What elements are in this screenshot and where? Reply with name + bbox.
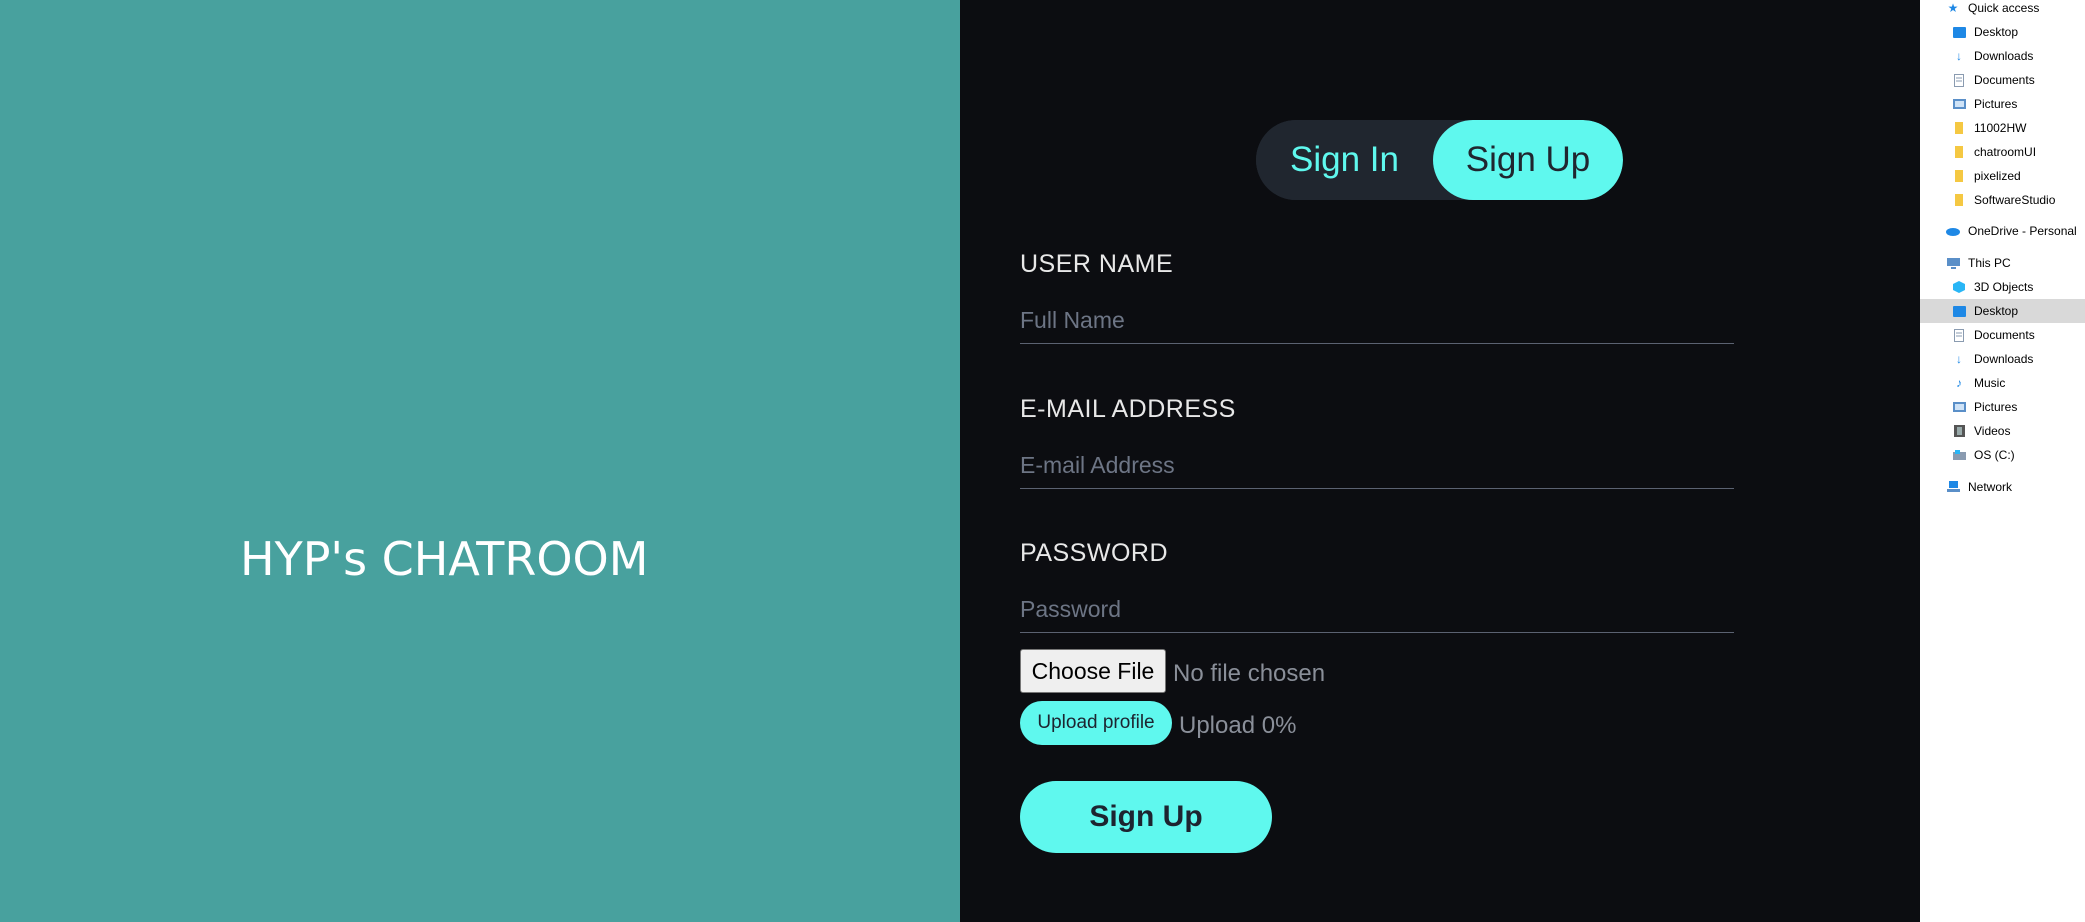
- password-label: PASSWORD: [1020, 539, 1168, 567]
- film-icon: [1952, 424, 1966, 438]
- explorer-nav-pane: ★ Quick access Desktop ↓ Downloads Docum…: [1920, 0, 2085, 922]
- nav-item-this-pc[interactable]: This PC: [1920, 251, 2085, 275]
- username-input[interactable]: [1020, 297, 1734, 344]
- pictures-icon: [1952, 97, 1966, 111]
- nav-item-quick-access[interactable]: ★ Quick access: [1920, 0, 2085, 20]
- music-note-icon: ♪: [1956, 376, 1962, 390]
- password-input[interactable]: [1020, 586, 1734, 633]
- download-arrow-icon: ↓: [1956, 49, 1962, 63]
- nav-item-label: Desktop: [1974, 304, 2019, 318]
- nav-item-label: Videos: [1974, 424, 2011, 438]
- nav-item-desktop-pc[interactable]: Desktop: [1920, 299, 2085, 323]
- nav-item-label: Pictures: [1974, 400, 2018, 414]
- network-icon: [1946, 480, 1960, 494]
- nav-item-label: 11002HW: [1974, 121, 2027, 135]
- nav-item-documents-pc[interactable]: Documents: [1920, 323, 2085, 347]
- nav-item-documents[interactable]: Documents: [1920, 68, 2085, 92]
- brand-title: HYP's CHATROOM: [240, 532, 649, 586]
- email-input[interactable]: [1020, 442, 1734, 489]
- star-icon: ★: [1947, 1, 1959, 15]
- nav-item-pictures-pc[interactable]: Pictures: [1920, 395, 2085, 419]
- nav-item-pictures[interactable]: Pictures: [1920, 92, 2085, 116]
- nav-item-os-c[interactable]: OS (C:): [1920, 443, 2085, 467]
- brand-panel: HYP's CHATROOM: [0, 0, 960, 922]
- nav-item-label: SoftwareStudio: [1974, 193, 2056, 207]
- drive-icon: [1952, 448, 1966, 462]
- documents-icon: [1952, 328, 1966, 342]
- nav-item-label: Downloads: [1974, 49, 2034, 63]
- file-status: No file chosen: [1173, 660, 1326, 687]
- email-label: E-MAIL ADDRESS: [1020, 395, 1236, 423]
- nav-item-label: Quick access: [1968, 1, 2040, 15]
- documents-icon: [1952, 73, 1966, 87]
- nav-item-chatroomui[interactable]: chatroomUI: [1920, 140, 2085, 164]
- nav-item-3d-objects[interactable]: 3D Objects: [1920, 275, 2085, 299]
- upload-profile-button[interactable]: Upload profile: [1020, 701, 1172, 745]
- nav-item-label: Downloads: [1974, 352, 2034, 366]
- computer-icon: [1946, 256, 1960, 270]
- nav-item-softwarestudio[interactable]: SoftwareStudio: [1920, 188, 2085, 212]
- nav-item-label: This PC: [1968, 256, 2011, 270]
- download-arrow-icon: ↓: [1956, 352, 1962, 366]
- nav-item-desktop[interactable]: Desktop: [1920, 20, 2085, 44]
- choose-file-button[interactable]: Choose File: [1020, 649, 1166, 693]
- pictures-icon: [1952, 400, 1966, 414]
- nav-item-label: chatroomUI: [1974, 145, 2037, 159]
- sign-up-submit-button[interactable]: Sign Up: [1020, 781, 1272, 853]
- nav-item-label: 3D Objects: [1974, 280, 2034, 294]
- nav-item-downloads[interactable]: ↓ Downloads: [1920, 44, 2085, 68]
- nav-item-label: OS (C:): [1974, 448, 2015, 462]
- folder-icon: [1952, 145, 1966, 159]
- nav-item-network[interactable]: Network: [1920, 475, 2085, 499]
- upload-progress: Upload 0%: [1179, 712, 1297, 739]
- desktop-folder-icon: [1952, 304, 1966, 318]
- sign-in-tab[interactable]: Sign In: [1256, 120, 1433, 200]
- nav-item-label: Documents: [1974, 328, 2035, 342]
- sign-up-tab[interactable]: Sign Up: [1433, 120, 1623, 200]
- folder-icon: [1952, 169, 1966, 183]
- nav-item-music[interactable]: ♪ Music: [1920, 371, 2085, 395]
- nav-item-11002hw[interactable]: 11002HW: [1920, 116, 2085, 140]
- cube-icon: [1952, 280, 1966, 294]
- nav-item-label: Documents: [1974, 73, 2035, 87]
- cloud-icon: [1946, 224, 1960, 238]
- nav-item-label: OneDrive - Personal: [1968, 224, 2077, 238]
- nav-item-downloads-pc[interactable]: ↓ Downloads: [1920, 347, 2085, 371]
- folder-icon: [1952, 121, 1966, 135]
- nav-item-label: Music: [1974, 376, 2006, 390]
- folder-icon: [1952, 193, 1966, 207]
- nav-item-label: Desktop: [1974, 25, 2019, 39]
- nav-item-onedrive[interactable]: OneDrive - Personal: [1920, 219, 2085, 243]
- nav-item-label: Pictures: [1974, 97, 2018, 111]
- auth-toggle: Sign In Sign Up: [1256, 120, 1623, 200]
- desktop-folder-icon: [1952, 25, 1966, 39]
- nav-item-label: pixelized: [1974, 169, 2021, 183]
- nav-item-pixelized[interactable]: pixelized: [1920, 164, 2085, 188]
- nav-item-label: Network: [1968, 480, 2013, 494]
- username-label: USER NAME: [1020, 250, 1174, 278]
- nav-item-videos[interactable]: Videos: [1920, 419, 2085, 443]
